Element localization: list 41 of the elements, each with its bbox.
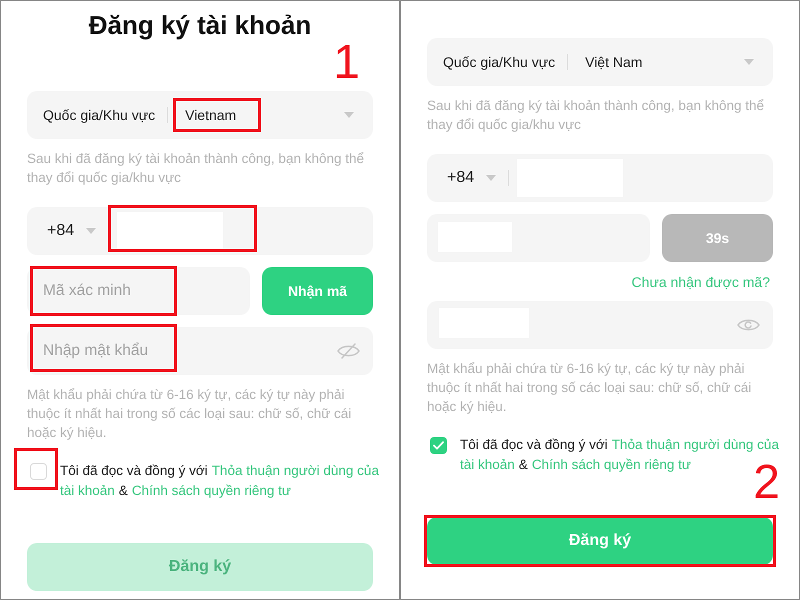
agreement-link[interactable]: tài khoản	[60, 481, 115, 501]
agreement-link[interactable]: tài khoản	[460, 455, 515, 475]
register-button[interactable]: Đăng ký	[427, 517, 773, 565]
agreement-text: &	[518, 456, 528, 474]
resend-code-link[interactable]: Chưa nhận được mã?	[632, 274, 770, 290]
eye-off-icon[interactable]	[337, 343, 360, 359]
password-field[interactable]: Nhập mật khẩu	[27, 327, 373, 375]
verification-code-field[interactable]: Mã xác minh	[27, 267, 250, 315]
agreement-link[interactable]: Thỏa thuận người dùng của	[212, 461, 379, 481]
check-icon	[433, 440, 444, 450]
get-code-button[interactable]: Nhận mã	[262, 267, 373, 315]
dropdown-caret-icon	[86, 228, 96, 234]
country-value: Việt Nam	[585, 53, 642, 72]
agreement-link[interactable]: Thỏa thuận người dùng của	[612, 435, 779, 455]
agreement-text: Tôi đã đọc và đồng ý với	[60, 462, 208, 480]
country-label: Quốc gia/Khu vực	[443, 53, 556, 72]
hint-text: Mật khẩu phải chứa từ 6-16 ký tự, các ký tự này phải thuộc ít nhất hai trong số các loại sau: chữ số, chữ cái hoặc ký hiệu.	[427, 360, 752, 416]
country-select[interactable]: Quốc gia/Khu vực Việt Nam	[427, 38, 773, 86]
dropdown-caret-icon	[486, 175, 496, 181]
agreement-text: &	[118, 482, 128, 500]
agreement-link[interactable]: Chính sách quyền riêng tư	[532, 455, 691, 475]
checkbox[interactable]	[30, 462, 47, 480]
agreement-link[interactable]: Chính sách quyền riêng tư	[132, 481, 291, 501]
phone-number-field[interactable]: +84	[27, 207, 373, 255]
phone-number-field[interactable]: +84	[427, 154, 773, 202]
page-title: Đăng ký tài khoản	[88, 9, 312, 42]
country-code[interactable]: +84	[447, 168, 474, 188]
hint-text: Sau khi đã đăng ký tài khoản thành công, bạn không thể thay đổi quốc gia/khu vực	[427, 97, 766, 134]
country-code[interactable]: +84	[47, 221, 74, 241]
dropdown-caret-icon	[744, 59, 754, 65]
country-select[interactable]: Quốc gia/Khu vực Vietnam	[27, 91, 373, 139]
checkbox[interactable]	[430, 436, 447, 454]
hint-text: Mật khẩu phải chứa từ 6-16 ký tự, các ký tự này phải thuộc ít nhất hai trong số các loại sau: chữ số, chữ cái hoặc ký hiệu.	[27, 386, 352, 442]
hint-text: Sau khi đã đăng ký tài khoản thành công, bạn không thể thay đổi quốc gia/khu vực	[27, 150, 366, 187]
eye-icon[interactable]	[737, 317, 760, 333]
step-number: 1	[333, 45, 360, 81]
agreement-text: Tôi đã đọc và đồng ý với	[460, 436, 608, 454]
country-value: Vietnam	[185, 106, 236, 125]
country-label: Quốc gia/Khu vực	[43, 106, 156, 125]
dropdown-caret-icon	[344, 112, 354, 118]
step-number: 2	[753, 465, 780, 501]
